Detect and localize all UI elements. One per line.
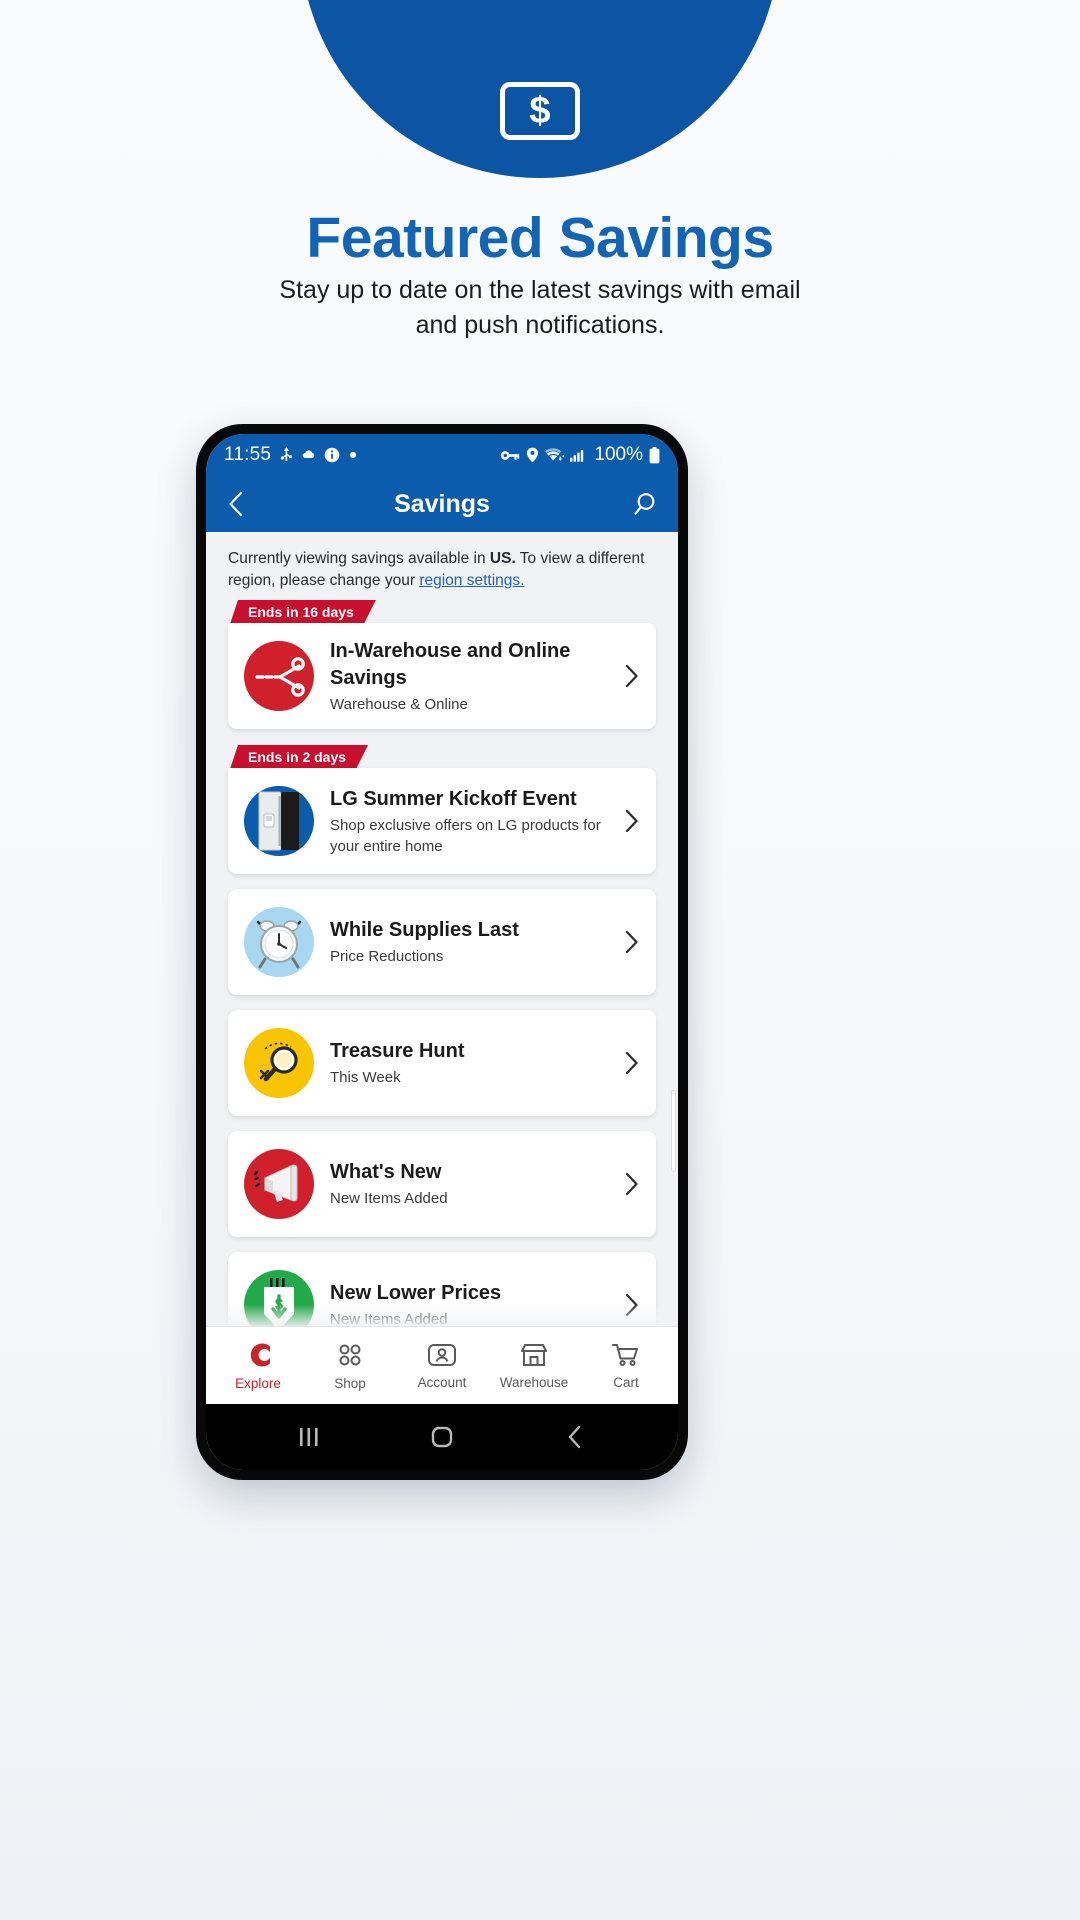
nav-item-explore[interactable]: Explore — [215, 1341, 301, 1391]
card-body[interactable]: LG Summer Kickoff Event Shop exclusive o… — [228, 768, 656, 874]
card-whats-new[interactable]: What's New New Items Added — [228, 1131, 656, 1237]
nav-item-warehouse[interactable]: Warehouse — [491, 1342, 577, 1390]
region-settings-link[interactable]: region settings. — [419, 572, 524, 589]
chevron-right-icon — [624, 1050, 640, 1076]
card-in-warehouse-and-online-savings[interactable]: Ends in 16 days In-Warehouse and Online … — [228, 600, 656, 729]
card-lg-summer-kickoff-event[interactable]: Ends in 2 days LG Summer Kickoff Event S… — [228, 745, 656, 874]
search-icon[interactable] — [632, 491, 658, 517]
card-body[interactable]: Treasure Hunt This Week — [228, 1010, 656, 1116]
refrigerator-icon — [244, 786, 314, 856]
card-body[interactable]: In-Warehouse and Online Savings Warehous… — [228, 623, 656, 729]
card-body[interactable]: What's New New Items Added — [228, 1131, 656, 1237]
card-text: New Lower Prices New Items Added — [330, 1280, 614, 1326]
costco-c-icon — [243, 1341, 273, 1369]
dot-icon — [349, 451, 357, 459]
back-button[interactable] — [226, 490, 246, 518]
card-text: In-Warehouse and Online Savings Warehous… — [330, 638, 614, 715]
android-navigation-bar — [206, 1404, 678, 1470]
card-text: LG Summer Kickoff Event Shop exclusive o… — [330, 786, 614, 857]
status-bar-right: 100% — [500, 444, 660, 466]
page-root: $ Featured Savings Stay up to date on th… — [0, 0, 1080, 1920]
card-title: While Supplies Last — [330, 919, 519, 941]
nav-label: Cart — [613, 1374, 639, 1390]
chevron-right-icon — [624, 663, 640, 689]
status-badge: Ends in 16 days — [230, 600, 376, 624]
card-new-lower-prices[interactable]: $ New Lower Prices New Items Added — [228, 1252, 656, 1326]
alarm-clock-icon — [244, 907, 314, 977]
magnifying-glass-icon — [244, 1028, 314, 1098]
card-subtitle: New Items Added — [330, 1190, 448, 1207]
card-subtitle: Price Reductions — [330, 948, 444, 965]
cart-icon — [611, 1342, 641, 1368]
card-title: Treasure Hunt — [330, 1040, 465, 1062]
usb-icon — [280, 447, 293, 463]
store-icon — [519, 1342, 549, 1368]
nav-label: Account — [417, 1374, 467, 1390]
app-title: Savings — [394, 489, 490, 518]
chevron-right-icon — [624, 808, 640, 834]
region-code: US. — [489, 550, 516, 567]
nav-label: Shop — [334, 1375, 366, 1391]
person-card-icon — [427, 1342, 457, 1368]
phone-screen: 11:55 100% Savings Currently viewing sav… — [206, 434, 678, 1470]
status-bar-left: 11:55 — [224, 444, 357, 466]
signal-icon — [570, 448, 586, 462]
recents-icon[interactable] — [274, 1426, 344, 1448]
nav-item-account[interactable]: Account — [399, 1342, 485, 1390]
svg-text:$: $ — [275, 1296, 284, 1313]
megaphone-icon — [244, 1149, 314, 1219]
card-title: What's New — [330, 1161, 442, 1183]
savings-cards: Ends in 16 days In-Warehouse and Online … — [206, 600, 678, 1326]
card-title: New Lower Prices — [330, 1282, 502, 1304]
chevron-right-icon — [624, 1171, 640, 1197]
scrollbar-thumb[interactable] — [671, 1090, 676, 1172]
nav-item-cart[interactable]: Cart — [583, 1342, 669, 1390]
region-notice-prefix: Currently viewing savings available in — [228, 550, 490, 567]
region-notice: Currently viewing savings available in U… — [206, 532, 678, 600]
card-text: What's New New Items Added — [330, 1159, 614, 1209]
chevron-right-icon — [624, 1292, 640, 1318]
card-treasure-hunt[interactable]: Treasure Hunt This Week — [228, 1010, 656, 1116]
nav-label: Explore — [235, 1375, 281, 1391]
location-icon — [526, 447, 539, 463]
card-while-supplies-last[interactable]: While Supplies Last Price Reductions — [228, 889, 656, 995]
card-subtitle: Shop exclusive offers on LG products for… — [330, 816, 601, 855]
home-icon[interactable] — [407, 1425, 477, 1449]
battery-percent: 100% — [594, 444, 643, 465]
price-tag-down-icon: $ — [244, 1270, 314, 1326]
app-header: Savings — [206, 476, 678, 532]
nav-label: Warehouse — [499, 1374, 569, 1390]
status-bar: 11:55 100% — [206, 434, 678, 476]
card-subtitle: This Week — [330, 1069, 401, 1086]
chevron-right-icon — [624, 929, 640, 955]
card-title: In-Warehouse and Online Savings — [330, 639, 571, 689]
card-body[interactable]: $ New Lower Prices New Items Added — [228, 1252, 656, 1326]
page-subtitle: Stay up to date on the latest savings wi… — [279, 276, 801, 339]
nav-item-shop[interactable]: Shop — [307, 1341, 393, 1391]
info-icon — [324, 447, 340, 463]
wifi-icon — [545, 447, 565, 463]
savings-list-scroll[interactable]: Currently viewing savings available in U… — [206, 532, 678, 1326]
phone-mockup: 11:55 100% Savings Currently viewing sav… — [196, 424, 688, 1480]
status-badge: Ends in 2 days — [230, 745, 368, 769]
card-text: Treasure Hunt This Week — [330, 1038, 614, 1088]
status-time: 11:55 — [224, 444, 272, 465]
card-subtitle: Warehouse & Online — [330, 695, 468, 713]
battery-icon — [649, 446, 660, 464]
dollar-badge-icon: $ — [500, 82, 580, 140]
card-body[interactable]: While Supplies Last Price Reductions — [228, 889, 656, 995]
bottom-navigation: Explore Shop Account Warehouse Cart — [206, 1326, 678, 1404]
page-title: Featured Savings — [306, 206, 774, 270]
scissors-coupon-icon — [244, 641, 314, 711]
card-title: LG Summer Kickoff Event — [330, 787, 577, 810]
cloud-icon — [302, 450, 315, 460]
grid-dots-icon — [336, 1341, 364, 1369]
dollar-glyph: $ — [529, 90, 551, 132]
back-icon[interactable] — [540, 1424, 610, 1450]
card-text: While Supplies Last Price Reductions — [330, 917, 614, 967]
card-subtitle: New Items Added — [330, 1311, 448, 1326]
vpn-key-icon — [500, 449, 520, 462]
